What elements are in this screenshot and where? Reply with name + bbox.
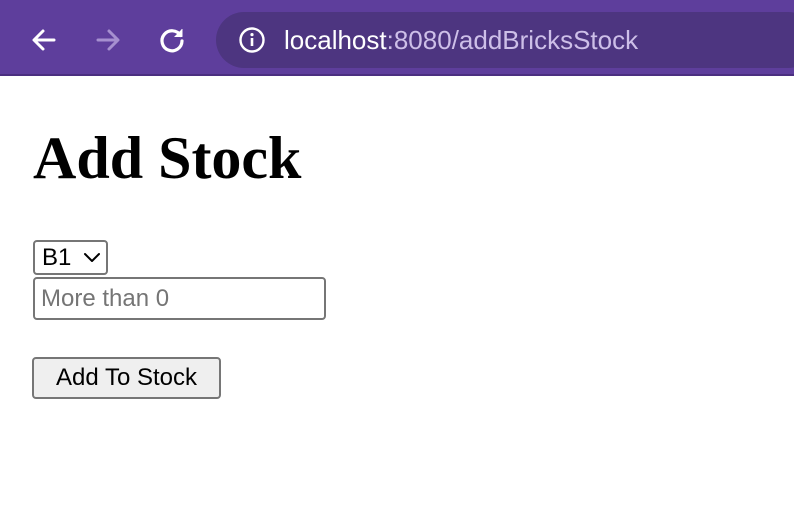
brick-type-select[interactable]: B1 (33, 240, 108, 275)
quantity-input[interactable] (33, 277, 326, 320)
address-bar[interactable]: localhost:8080/addBricksStock (216, 12, 794, 68)
info-icon[interactable] (238, 26, 266, 54)
reload-icon (160, 29, 184, 53)
reload-button[interactable] (152, 20, 192, 60)
page-content: Add Stock B1 Add To Stock (0, 78, 794, 508)
url-host: localhost (284, 25, 387, 55)
url-text: localhost:8080/addBricksStock (284, 25, 638, 55)
add-to-stock-button[interactable]: Add To Stock (32, 357, 221, 399)
chevron-down-icon (84, 253, 100, 262)
page-title: Add Stock (33, 125, 302, 191)
forward-button[interactable] (88, 20, 128, 60)
select-value: B1 (42, 244, 72, 271)
back-button[interactable] (24, 20, 64, 60)
back-arrow-icon (32, 29, 56, 51)
url-path: :8080/addBricksStock (386, 25, 639, 55)
forward-arrow-icon (96, 29, 120, 51)
browser-toolbar: localhost:8080/addBricksStock (0, 0, 794, 76)
